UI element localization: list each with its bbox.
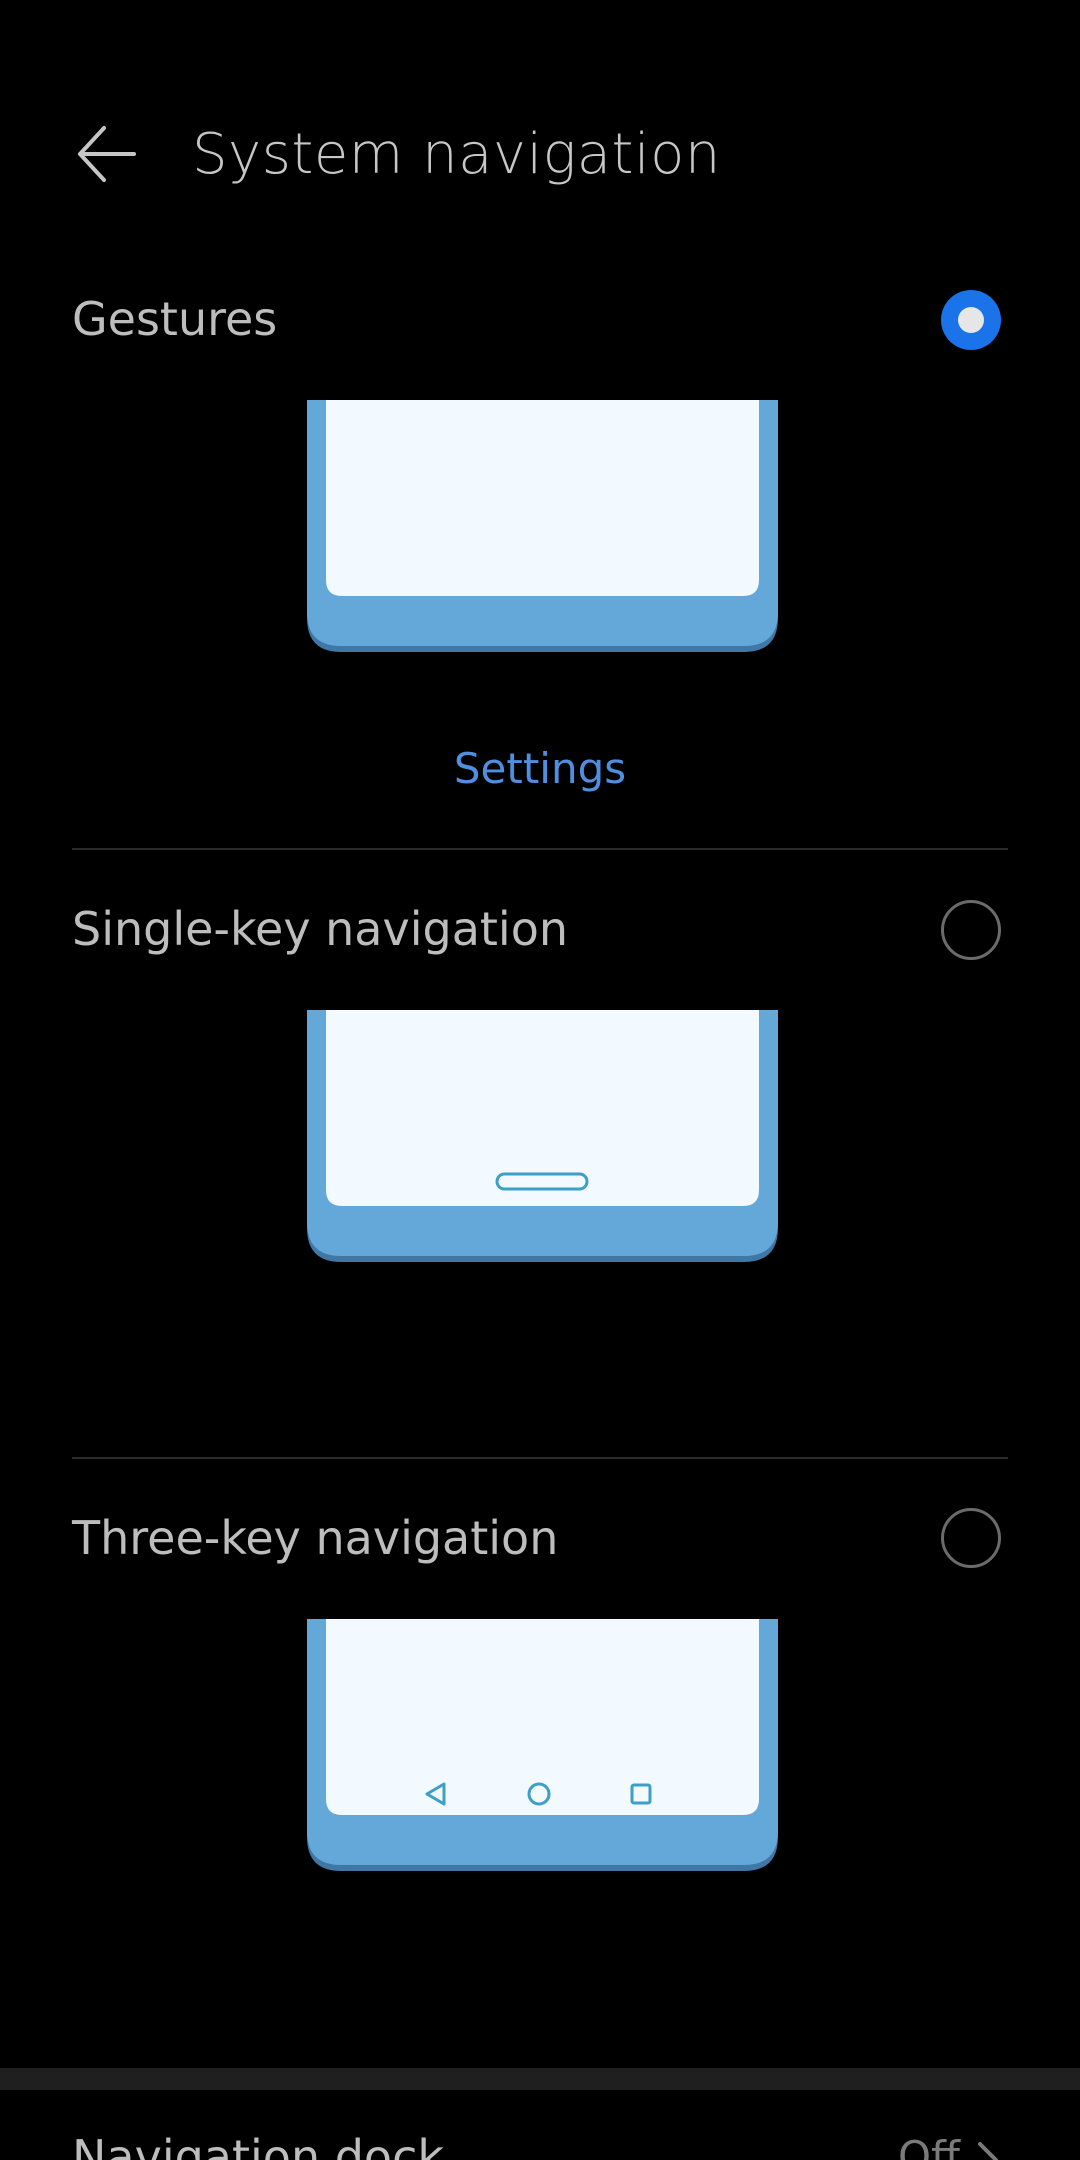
app-bar: System navigation — [0, 0, 1080, 260]
single-key-radio-button[interactable] — [941, 900, 1001, 960]
gestures-settings-link[interactable]: Settings — [0, 744, 1080, 793]
arrow-left-icon — [78, 126, 136, 182]
gestures-phone-illustration — [307, 400, 778, 652]
divider — [72, 1457, 1008, 1459]
chevron-right-icon — [978, 2142, 998, 2160]
option-gestures-label: Gestures — [72, 292, 278, 346]
navigation-dock-value: Off — [898, 2132, 960, 2160]
three-key-radio-button[interactable] — [941, 1508, 1001, 1568]
section-separator — [0, 2068, 1080, 2090]
back-button[interactable] — [72, 118, 142, 190]
option-single-key-label: Single-key navigation — [72, 902, 569, 956]
divider — [72, 848, 1008, 850]
navigation-dock-row[interactable]: Navigation dock Off — [0, 2090, 1080, 2160]
three-key-phone-illustration — [307, 1619, 778, 1871]
gestures-radio-button[interactable] — [941, 290, 1001, 350]
single-key-phone-illustration — [307, 1010, 778, 1262]
page-title: System navigation — [192, 122, 721, 187]
navigation-dock-label: Navigation dock — [72, 2130, 444, 2160]
option-three-key-label: Three-key navigation — [72, 1511, 559, 1565]
